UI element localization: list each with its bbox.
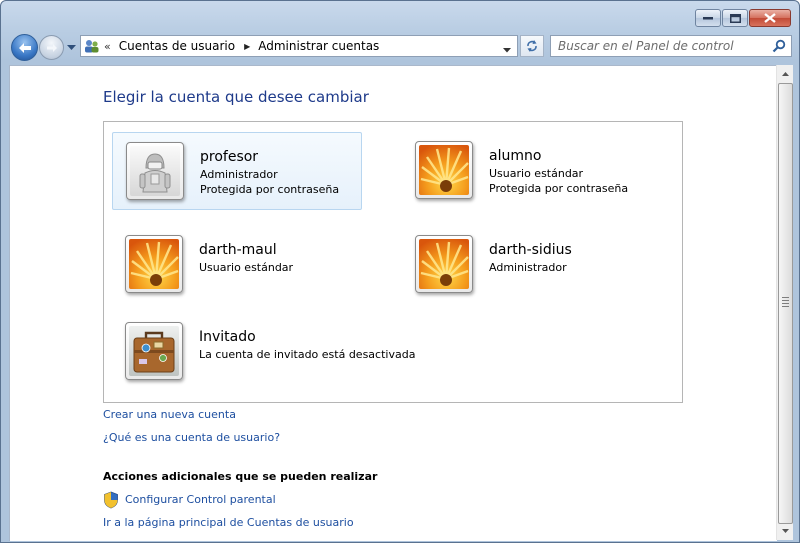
refresh-button[interactable] xyxy=(520,35,544,57)
account-type: Usuario estándar xyxy=(489,167,584,180)
account-password-status: Protegida por contraseña xyxy=(489,182,629,195)
search-icon xyxy=(772,39,786,53)
account-tile-alumno[interactable]: alumno Usuario estándar Protegida por co… xyxy=(402,132,652,210)
scroll-up-button[interactable] xyxy=(777,65,793,82)
navigation-bar: « Cuentas de usuario ▶ Administrar cuent… xyxy=(1,31,800,65)
parental-controls-link[interactable]: Configurar Control parental xyxy=(125,493,276,506)
minimize-icon xyxy=(703,17,713,20)
account-type: Administrador xyxy=(200,168,278,181)
search-box[interactable] xyxy=(550,35,792,57)
flower-picture xyxy=(129,239,179,289)
account-picture xyxy=(415,141,473,199)
forward-button[interactable] xyxy=(39,35,64,60)
chevron-down-icon xyxy=(67,45,76,50)
arrow-up-icon xyxy=(781,71,789,76)
account-tile-darth-sidius[interactable]: darth-sidius Administrador xyxy=(402,226,652,304)
suitcase-picture xyxy=(129,326,179,376)
flower-picture xyxy=(419,239,469,289)
flower-picture xyxy=(419,145,469,195)
account-type: Usuario estándar xyxy=(199,261,294,274)
account-tile-profesor[interactable]: profesor Administrador Protegida por con… xyxy=(112,132,362,210)
scrollbar-thumb[interactable] xyxy=(778,83,793,524)
arrow-down-icon xyxy=(781,528,789,533)
minimize-button[interactable] xyxy=(695,9,721,27)
search-button[interactable] xyxy=(772,39,786,56)
account-picture xyxy=(125,235,183,293)
account-tile-invitado[interactable]: Invitado La cuenta de invitado está desa… xyxy=(112,313,415,391)
scroll-down-button[interactable] xyxy=(777,522,793,539)
refresh-icon xyxy=(527,40,537,52)
arrow-left-icon xyxy=(18,42,31,53)
account-type: Administrador xyxy=(489,261,567,274)
account-tile-darth-maul[interactable]: darth-maul Usuario estándar xyxy=(112,226,362,304)
account-picture xyxy=(126,142,184,200)
close-icon xyxy=(764,13,776,23)
back-button[interactable] xyxy=(11,34,38,61)
content-pane: Elegir la cuenta que desee cambiar profe… xyxy=(9,65,777,541)
robot-picture xyxy=(130,146,180,196)
account-picture xyxy=(415,235,473,293)
account-name: darth-sidius xyxy=(489,242,572,258)
address-dropdown-button[interactable] xyxy=(503,42,511,56)
additional-actions-heading: Acciones adicionales que se pueden reali… xyxy=(103,470,378,483)
accounts-list: profesor Administrador Protegida por con… xyxy=(103,121,683,403)
grip-icon xyxy=(782,297,789,309)
create-account-link[interactable]: Crear una nueva cuenta xyxy=(103,408,236,421)
account-name: alumno xyxy=(489,148,542,164)
maximize-icon xyxy=(729,13,741,23)
what-is-account-link[interactable]: ¿Qué es una cuenta de usuario? xyxy=(103,431,280,444)
close-button[interactable] xyxy=(749,9,791,27)
search-input[interactable] xyxy=(558,39,758,53)
account-status: La cuenta de invitado está desactivada xyxy=(199,348,416,361)
window-frame: « Cuentas de usuario ▶ Administrar cuent… xyxy=(0,0,800,543)
maximize-button[interactable] xyxy=(722,9,748,27)
account-name: profesor xyxy=(200,149,259,165)
account-name: darth-maul xyxy=(199,242,277,258)
breadcrumb-overflow[interactable]: « xyxy=(104,40,111,53)
breadcrumb-item-administrar[interactable]: Administrar cuentas xyxy=(258,39,379,53)
account-password-status: Protegida por contraseña xyxy=(200,183,340,196)
vertical-scrollbar[interactable] xyxy=(776,65,793,540)
shield-icon xyxy=(104,491,118,509)
page-title: Elegir la cuenta que desee cambiar xyxy=(103,88,369,106)
address-bar[interactable]: « Cuentas de usuario ▶ Administrar cuent… xyxy=(80,35,518,57)
account-picture xyxy=(125,322,183,380)
breadcrumb-item-cuentas[interactable]: Cuentas de usuario xyxy=(119,39,235,53)
breadcrumb-separator-icon[interactable]: ▶ xyxy=(244,42,250,51)
recent-pages-button[interactable] xyxy=(67,40,76,54)
caption-buttons xyxy=(695,9,791,27)
user-accounts-icon xyxy=(85,40,99,53)
user-accounts-home-link[interactable]: Ir a la página principal de Cuentas de u… xyxy=(103,516,354,529)
chevron-down-icon xyxy=(503,48,511,53)
account-name: Invitado xyxy=(199,329,256,345)
arrow-right-icon xyxy=(46,43,57,52)
